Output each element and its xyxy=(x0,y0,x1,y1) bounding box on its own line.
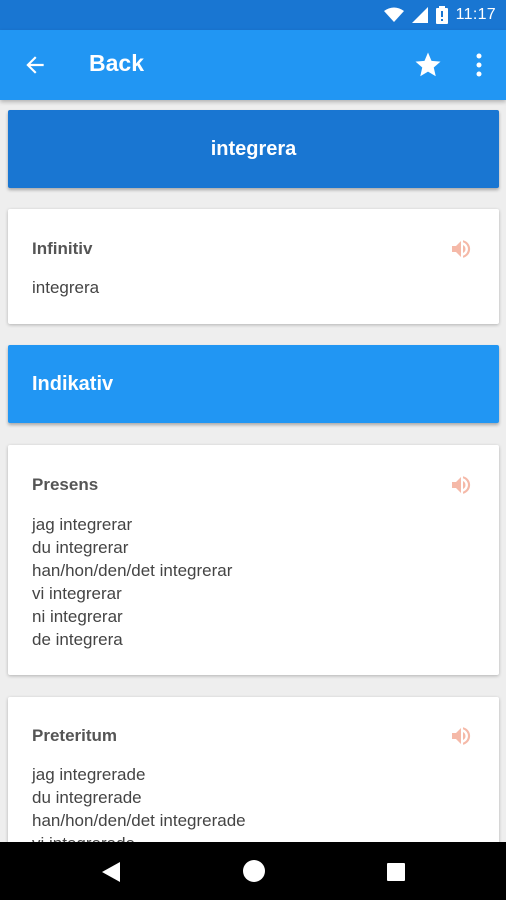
wifi-icon xyxy=(383,7,404,22)
verb-word: integrera xyxy=(210,137,297,160)
speaker-icon[interactable] xyxy=(448,724,474,748)
conjugation-line: integrera xyxy=(32,278,100,297)
battery-icon xyxy=(435,6,448,24)
conjugation-line: han/hon/den/det integrerade xyxy=(32,811,246,830)
conjugation-line: vi integrerar xyxy=(32,584,122,603)
conjugation-line: du integrerar xyxy=(32,538,129,557)
section-header: Indikativ xyxy=(8,345,499,423)
conjugation-line: han/hon/den/det integrerar xyxy=(32,561,233,580)
navigation-bar xyxy=(0,842,506,900)
conjugation-line: jag integrerade xyxy=(32,765,146,784)
card-title: Infinitiv xyxy=(32,239,93,258)
section-title: Indikativ xyxy=(32,372,114,395)
status-time: 11:17 xyxy=(455,6,496,23)
presens-card: Presens jag integrerar du integrerar han… xyxy=(8,445,499,675)
card-title: Preteritum xyxy=(32,726,118,745)
arrow-left-icon[interactable] xyxy=(22,52,48,78)
cell-signal-icon xyxy=(411,7,428,23)
card-body: jag integrerade du integrerade han/hon/d… xyxy=(32,763,246,842)
nav-recents-icon[interactable] xyxy=(386,862,406,882)
app-bar-title[interactable]: Back xyxy=(89,50,144,77)
conjugation-line: ni integrerar xyxy=(32,607,123,626)
conjugation-line: jag integrerar xyxy=(32,515,133,534)
speaker-icon[interactable] xyxy=(448,237,474,261)
star-icon[interactable] xyxy=(413,50,443,80)
conjugation-line: de integrera xyxy=(32,630,123,649)
conjugation-line: du integrerade xyxy=(32,788,142,807)
conjugation-line: vi integrerade xyxy=(32,832,246,842)
status-bar: 11:17 xyxy=(0,0,506,30)
card-body: jag integrerar du integrerar han/hon/den… xyxy=(32,513,232,651)
infinitive-card: Infinitiv integrera xyxy=(8,209,499,324)
speaker-icon[interactable] xyxy=(448,473,474,497)
conjugation-list[interactable]: integrera Infinitiv integrera Indikativ … xyxy=(0,100,506,842)
app-bar: Back xyxy=(0,30,506,100)
more-vert-icon[interactable] xyxy=(467,51,491,79)
nav-back-icon[interactable] xyxy=(101,861,121,883)
preteritum-card: Preteritum jag integrerade du integrerad… xyxy=(8,697,499,842)
card-title: Presens xyxy=(32,475,99,494)
verb-header: integrera xyxy=(8,110,499,188)
nav-home-icon[interactable] xyxy=(242,859,266,883)
card-body: integrera xyxy=(32,276,99,299)
